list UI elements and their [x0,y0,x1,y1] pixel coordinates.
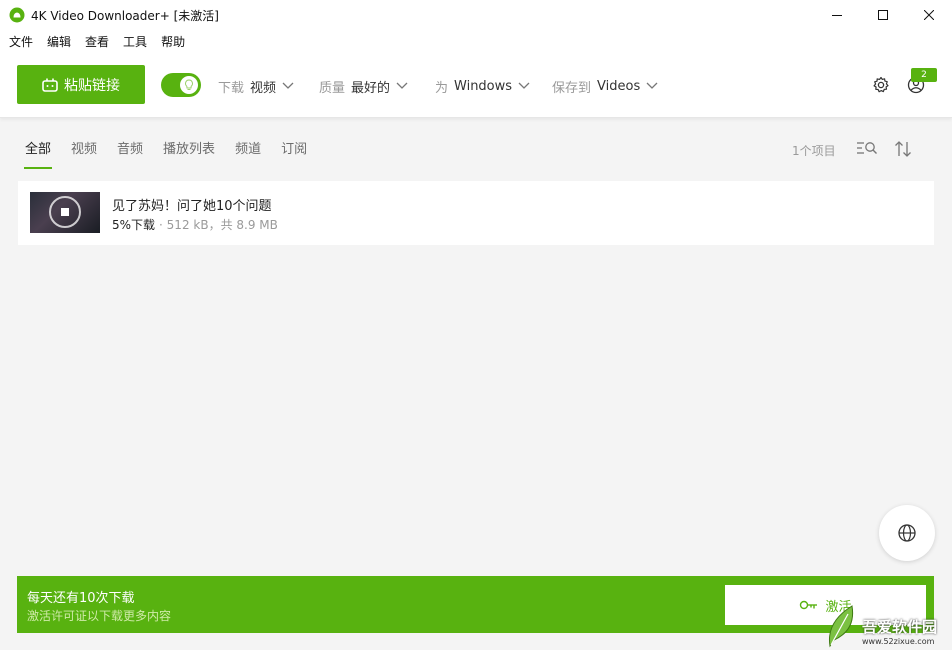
quality-value: 最好的 [351,80,391,96]
browser-button[interactable] [879,505,935,561]
download-progress: 5%下载 [112,218,156,232]
toggle-knob [180,76,198,94]
settings-button[interactable] [871,75,891,95]
item-count: 1个项目 [792,144,836,158]
download-status: 5%下载 · 512 kB，共 8.9 MB [112,216,278,233]
paste-link-icon [42,78,58,92]
paste-link-label: 粘贴链接 [64,77,120,94]
settings-gear-icon [873,76,889,93]
video-thumbnail [30,192,100,233]
tab-playlist[interactable]: 播放列表 [163,141,215,169]
chevron-down-icon [646,82,658,89]
menu-view[interactable]: 查看 [85,33,109,50]
window-controls [814,0,952,30]
globe-icon [898,524,916,542]
save-location-dropdown[interactable]: 保存到 Videos [552,78,658,96]
menu-bar: 文件 编辑 查看 工具 帮助 [0,30,952,52]
tab-video[interactable]: 视频 [71,141,97,169]
download-type-dropdown[interactable]: 下载 视频 [218,78,294,96]
license-promo-banner: 每天还有10次下载 激活许可证以下载更多内容 激活 [17,576,934,633]
download-size: · 512 kB，共 8.9 MB [159,218,278,232]
menu-file[interactable]: 文件 [9,33,33,50]
save-location-value: Videos [597,78,641,94]
chevron-down-icon [518,82,530,89]
quality-label: 质量 [319,80,346,96]
download-progress-ring[interactable] [49,196,81,228]
filter-tabs: 全部 视频 音频 播放列表 频道 订阅 [23,141,327,169]
lightbulb-icon [185,79,193,90]
tab-channel[interactable]: 频道 [235,141,261,169]
watermark-url: www.52zixue.com [862,637,935,646]
stop-icon [61,208,69,216]
tab-audio[interactable]: 音频 [117,141,143,169]
window-title: 4K Video Downloader+ [未激活] [31,8,219,23]
tab-all[interactable]: 全部 [23,141,53,169]
paste-link-button[interactable]: 粘贴链接 [17,65,145,104]
sort-button[interactable] [894,140,912,162]
activate-label: 激活 [825,599,852,615]
minimize-icon [832,15,842,16]
video-title: 见了苏妈！问了她10个问题 [112,199,272,214]
platform-dropdown[interactable]: 为 Windows [435,78,530,96]
menu-edit[interactable]: 编辑 [47,33,71,50]
search-filter-icon [857,142,877,154]
tab-subscription[interactable]: 订阅 [281,141,307,169]
download-type-value: 视频 [250,80,277,96]
close-icon [924,10,934,20]
save-location-label: 保存到 [552,80,592,96]
app-logo-icon [9,7,25,23]
chevron-down-icon [282,82,294,89]
menu-help[interactable]: 帮助 [161,33,185,50]
smart-mode-toggle[interactable] [161,73,201,97]
close-button[interactable] [906,0,952,30]
maximize-button[interactable] [860,0,906,30]
maximize-icon [878,10,888,20]
download-type-label: 下载 [218,80,245,96]
activate-button[interactable]: 激活 [725,585,926,625]
promo-subtitle: 激活许可证以下载更多内容 [27,609,172,623]
promo-title: 每天还有10次下载 [27,591,135,606]
title-bar: 4K Video Downloader+ [未激活] [0,0,952,30]
quality-dropdown[interactable]: 质量 最好的 [319,78,408,96]
key-icon [800,600,818,610]
sort-icon [895,141,911,157]
menu-tools[interactable]: 工具 [123,33,147,50]
account-notification-badge: 2 [911,68,937,82]
platform-label: 为 [435,80,449,96]
download-list-item[interactable]: 见了苏妈！问了她10个问题 5%下载 · 512 kB，共 8.9 MB [18,181,934,245]
chevron-down-icon [396,82,408,89]
minimize-button[interactable] [814,0,860,30]
search-filter-button[interactable] [856,140,878,162]
platform-value: Windows [454,78,513,94]
